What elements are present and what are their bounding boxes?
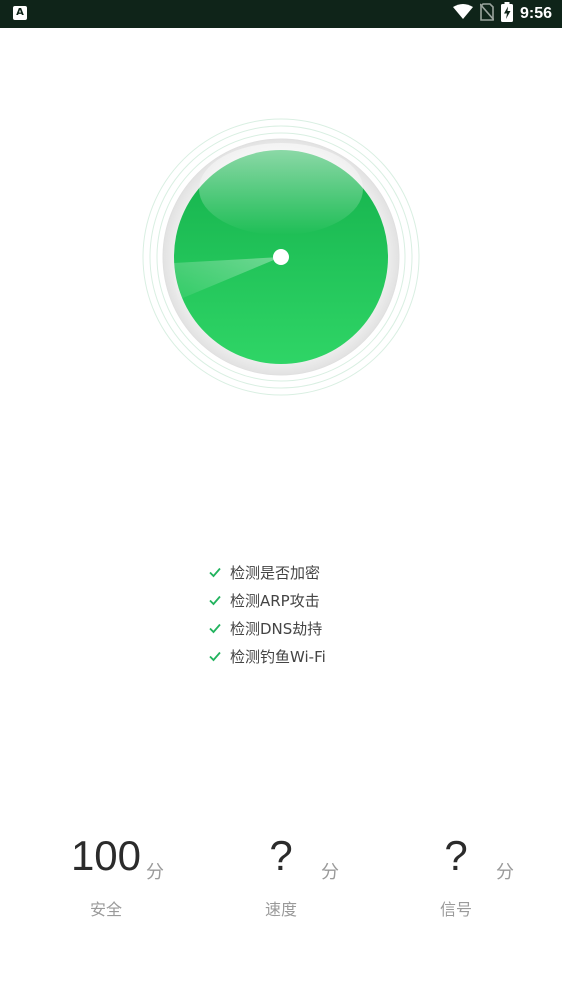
score-speed: ? 分 速度 [206,828,356,920]
score-unit: 分 [321,862,339,883]
check-list: 检测是否加密 检测ARP攻击 检测DNS劫持 检测钓鱼Wi-Fi [208,558,326,670]
check-item-phishing: 检测钓鱼Wi-Fi [208,642,326,670]
status-icons: 9:56 [452,0,552,28]
check-item-encryption: 检测是否加密 [208,558,326,586]
score-unit: 分 [496,862,514,883]
check-item-arp: 检测ARP攻击 [208,586,326,614]
check-label: 检测钓鱼Wi-Fi [230,647,326,666]
check-label: 检测ARP攻击 [230,591,320,610]
check-label: 检测DNS劫持 [230,619,323,638]
score-unit: 分 [146,862,164,883]
app-notification-icon: A [13,6,27,20]
check-label: 检测是否加密 [230,563,321,582]
scan-dial[interactable] [141,117,421,397]
check-icon [209,623,221,634]
wifi-icon [452,4,473,24]
score-value: ? [269,832,293,879]
check-icon [209,567,221,578]
no-sim-icon [479,3,495,25]
dial-shine [199,143,363,235]
check-icon [209,595,221,606]
dial-center-dot [273,249,289,265]
check-item-dns: 检测DNS劫持 [208,614,326,642]
status-bar: A 9:56 [0,0,562,28]
battery-charging-icon [500,2,513,26]
score-label: 安全 [89,900,122,919]
scan-dial-graphic [142,118,420,396]
wifi-security-check-screen: A 9:56 检测是否加密 检测ARP攻击 检测DNS劫持 检测钓鱼Wi-Fi … [0,0,562,999]
status-time: 9:56 [519,5,552,22]
score-value: ? [444,832,468,879]
score-safety: 100 分 安全 [31,828,181,920]
score-label: 速度 [264,900,297,919]
score-signal: ? 分 信号 [381,828,531,920]
check-icon [209,651,221,662]
score-label: 信号 [439,900,472,919]
score-value: 100 [70,832,142,879]
